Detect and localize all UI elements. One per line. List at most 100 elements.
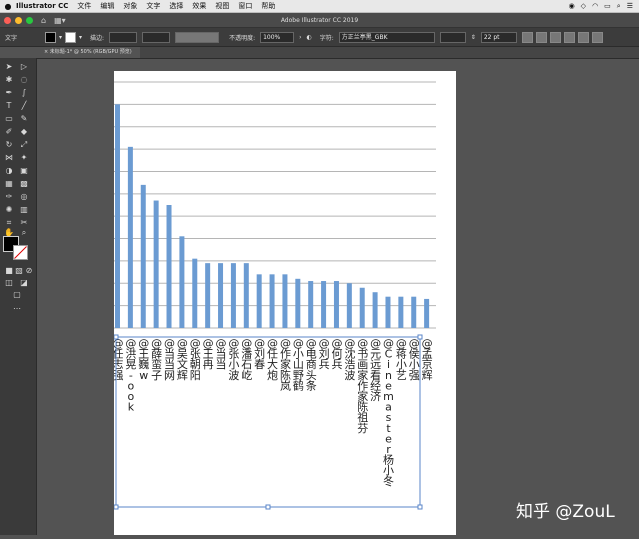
draw-mode-icon[interactable]: ◫ <box>4 278 14 288</box>
symbol-sprayer-tool-icon[interactable]: ✺ <box>4 205 14 215</box>
chart-bar[interactable] <box>243 263 249 328</box>
category-label[interactable]: @沈浩波 <box>344 337 355 382</box>
category-label[interactable]: @洪晃-o o k <box>125 337 136 414</box>
document-tab[interactable]: × 未标题-1* @ 50% (RGB/GPU 预览) <box>36 47 140 58</box>
category-label[interactable]: @薛蛮子 <box>151 337 162 382</box>
status-icon-1[interactable]: ◉ <box>569 2 575 10</box>
category-label[interactable]: @刘春 <box>254 337 265 371</box>
magic-wand-tool-icon[interactable]: ✱ <box>4 75 14 85</box>
artboard-tool-icon[interactable]: ⌗ <box>4 218 14 228</box>
chart-bar[interactable] <box>179 236 185 328</box>
menu-app-name[interactable]: Illustrator CC <box>16 2 68 10</box>
color-mode-icon[interactable]: ■ <box>4 266 14 276</box>
category-label[interactable]: @刘兵 <box>319 337 330 371</box>
none-mode-icon[interactable]: ⊘ <box>24 266 34 276</box>
rotate-tool-icon[interactable]: ↻ <box>4 140 14 150</box>
category-label[interactable]: @孟京辉 <box>422 337 433 382</box>
chart-bar[interactable] <box>153 200 159 328</box>
rectangle-tool-icon[interactable]: ▭ <box>4 114 14 124</box>
align-center-icon[interactable] <box>535 31 547 43</box>
column-graph-tool-icon[interactable]: ▥ <box>19 205 29 215</box>
chart-bar[interactable] <box>359 287 365 328</box>
chart-bar[interactable] <box>205 263 211 328</box>
category-label[interactable]: @当当网 <box>164 337 175 382</box>
category-label[interactable]: @小山野鹤 <box>293 337 304 392</box>
font-style-dropdown[interactable] <box>439 31 466 43</box>
stroke-style-dropdown[interactable] <box>142 31 171 43</box>
chart-bar[interactable] <box>192 258 198 328</box>
category-label[interactable]: @当当 <box>216 337 227 371</box>
chart-bar[interactable] <box>398 296 404 328</box>
category-label[interactable]: @吴文辉 <box>177 337 188 382</box>
scale-tool-icon[interactable]: ⤢ <box>19 140 29 150</box>
fill-dropdown-icon[interactable]: ▾ <box>59 34 62 41</box>
wifi-icon[interactable]: ◠ <box>592 2 598 10</box>
type-tool-icon[interactable]: T <box>4 101 14 111</box>
menu-effect[interactable]: 效果 <box>192 1 206 11</box>
draw-inside-icon[interactable]: ◪ <box>19 278 29 288</box>
live-paint-tool-icon[interactable]: ▣ <box>19 166 29 176</box>
category-label[interactable]: @潘石屹 <box>241 337 252 382</box>
bar-chart[interactable]: @任志强@洪晃-ook@王巍w@薛蛮子@当当网@吴文辉@张朝阳@王冉@当当@张小… <box>113 71 456 535</box>
blend-tool-icon[interactable]: ◎ <box>19 192 29 202</box>
category-label[interactable]: @何兵 <box>331 337 342 371</box>
opacity-field[interactable]: 100% <box>260 31 295 43</box>
menu-type[interactable]: 文字 <box>146 1 160 11</box>
chart-bar[interactable] <box>295 278 301 328</box>
shape-builder-tool-icon[interactable]: ◑ <box>4 166 14 176</box>
chart-bar[interactable] <box>256 274 262 328</box>
search-icon[interactable]: ⌕ <box>617 2 621 11</box>
stroke-weight-field[interactable] <box>109 31 138 43</box>
category-label[interactable]: @任志强 <box>113 337 124 382</box>
zoom-tool-icon[interactable]: ⌕ <box>19 228 29 238</box>
curvature-tool-icon[interactable]: ∫ <box>19 88 29 98</box>
chart-bar[interactable] <box>372 292 378 328</box>
chart-bar[interactable] <box>424 298 430 328</box>
direct-selection-tool-icon[interactable]: ▷ <box>19 62 29 72</box>
edit-toolbar-icon[interactable]: ⋯ <box>12 304 22 314</box>
panel-menu-icon[interactable] <box>591 31 603 43</box>
battery-icon[interactable]: ▭ <box>604 2 611 10</box>
chart-bar[interactable] <box>140 184 146 328</box>
category-label[interactable]: @任大炮 <box>267 337 278 382</box>
chart-bar[interactable] <box>282 274 288 328</box>
selection-tool-icon[interactable]: ➤ <box>4 62 14 72</box>
category-label[interactable]: @蒋小艺 <box>396 337 407 382</box>
chart-bar[interactable] <box>218 263 224 328</box>
menu-edit[interactable]: 编辑 <box>100 1 114 11</box>
menu-view[interactable]: 视图 <box>215 1 229 11</box>
category-label[interactable]: @王巍 w <box>138 337 149 382</box>
width-tool-icon[interactable]: ⋈ <box>4 153 14 163</box>
selection-handle[interactable] <box>113 504 119 510</box>
brush-definition-dropdown[interactable] <box>175 31 220 43</box>
menu-file[interactable]: 文件 <box>77 1 91 11</box>
chart-bar[interactable] <box>127 146 133 328</box>
selection-handle[interactable] <box>265 504 271 510</box>
recolor-icon[interactable]: ◐ <box>307 34 312 41</box>
align-right-icon[interactable] <box>549 31 561 43</box>
selection-handle[interactable] <box>417 334 423 340</box>
puppet-warp-tool-icon[interactable]: ✦ <box>19 153 29 163</box>
stroke-swatch[interactable] <box>65 31 77 43</box>
category-label[interactable]: @电商头条 <box>306 337 317 392</box>
opacity-dropdown-icon[interactable]: › <box>299 34 301 41</box>
font-size-field[interactable]: 22 pt <box>480 31 517 43</box>
line-segment-tool-icon[interactable]: ╱ <box>19 101 29 111</box>
tab-close-icon[interactable]: × <box>44 49 48 55</box>
chart-bar[interactable] <box>115 104 120 328</box>
category-label[interactable]: @张朝阳 <box>190 337 201 382</box>
selection-handle[interactable] <box>417 504 423 510</box>
category-label[interactable]: @王冉 <box>203 337 214 371</box>
menu-object[interactable]: 对象 <box>123 1 137 11</box>
stroke-dropdown-icon[interactable]: ▾ <box>79 34 82 41</box>
gradient-mode-icon[interactable]: ▧ <box>14 266 24 276</box>
chart-bar[interactable] <box>333 281 339 328</box>
align-left-icon[interactable] <box>521 31 533 43</box>
menu-extras-icon[interactable]: ☰ <box>627 2 633 10</box>
category-label[interactable]: @书画家作家陈祖芬 <box>357 337 368 435</box>
chart-bar[interactable] <box>346 283 352 328</box>
chart-bar[interactable] <box>166 205 172 328</box>
lasso-tool-icon[interactable]: ◌ <box>19 75 29 85</box>
eraser-tool-icon[interactable]: ◆ <box>19 127 29 137</box>
chart-bar[interactable] <box>308 281 314 328</box>
